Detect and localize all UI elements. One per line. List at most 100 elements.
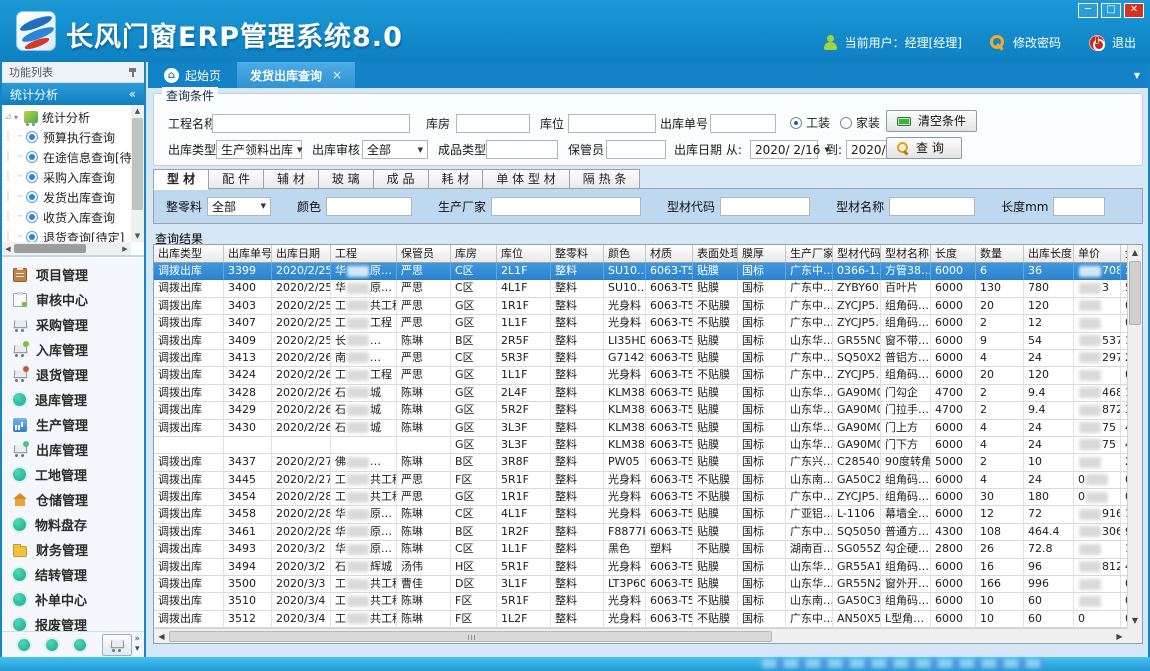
material-tab-辅材[interactable]: 辅 材	[264, 169, 319, 189]
table-row[interactable]: 调拨出库35102020/3/4工共工程陈琳F区5R1F整料光身料6063-T5…	[154, 593, 1127, 610]
date-from-picker[interactable]: 2020/ 2/16 ▼	[750, 140, 818, 159]
filter-input-长度mm[interactable]	[1053, 197, 1105, 216]
table-row[interactable]: 调拨出库34002020/2/25华原…严思C区4L1F整料SU10…6063-…	[154, 280, 1127, 297]
scroll-thumb[interactable]	[169, 631, 772, 642]
material-tab-配件[interactable]: 配 件	[209, 169, 264, 189]
module-dot-icon[interactable]	[46, 639, 58, 651]
table-row[interactable]: 调拨出库34372020/2/27佛…陈琳B区3R8F整料PW056063-T5…	[154, 454, 1127, 471]
expander-icon[interactable]: ▾	[14, 113, 24, 122]
column-header-单价[interactable]: 单价	[1074, 245, 1121, 262]
scroll-left-icon[interactable]: ◀	[154, 632, 169, 641]
scroll-right-icon[interactable]: ▶	[119, 245, 131, 253]
column-header-出库类型[interactable]: 出库类型	[154, 245, 224, 262]
sidebar-section-header[interactable]: 统计分析 «	[2, 83, 144, 105]
column-header-型材代码[interactable]: 型材代码	[833, 245, 881, 262]
sidebar-item-退库管理[interactable]: 退库管理	[2, 387, 144, 412]
keeper-input[interactable]	[606, 140, 666, 159]
material-tab-型材[interactable]: 型 材	[153, 169, 209, 190]
filter-select-整零料[interactable]: 全部▼	[207, 197, 271, 216]
scroll-down-icon[interactable]: ▼	[131, 230, 144, 242]
logout-link[interactable]: 退出	[1112, 34, 1136, 51]
table-row[interactable]: 调拨出库35002020/3/3工共工程曹佳D区3L1F整料LT3P606063…	[154, 576, 1127, 593]
table-row[interactable]: 调拨出库34032020/2/25工共工程严思G区1R1F整料光身料6063-T…	[154, 298, 1127, 315]
material-tab-耗材[interactable]: 耗 材	[429, 169, 484, 189]
out-type-select[interactable]: 生产领料出库 ▼	[216, 140, 302, 159]
scroll-down-icon[interactable]: ▼	[1128, 613, 1142, 628]
tree-item-发货出库查询[interactable]: ┊┈发货出库查询	[2, 187, 131, 207]
scroll-thumb[interactable]	[1129, 261, 1141, 325]
sidebar-item-补单中心[interactable]: 补单中心	[2, 587, 144, 612]
sidebar-item-入库管理[interactable]: 入库管理	[2, 337, 144, 362]
radio-work-clothing[interactable]: 工装	[790, 114, 830, 132]
table-row[interactable]: 调拨出库34132020/2/26南…严思C区5R3F整料G714226063-…	[154, 350, 1127, 367]
table-row[interactable]: 调拨出库34072020/2/25工工程严思G区1L1F整料光身料6063-T5…	[154, 315, 1127, 332]
table-row[interactable]: 调拨出库34942020/3/2石辉城汤伟H区5R1F整料光身料6063-T5贴…	[154, 559, 1127, 576]
column-header-数量[interactable]: 数量	[976, 245, 1024, 262]
table-row[interactable]: 调拨出库34582020/2/28华原…陈琳C区4L1F整料光身料6063-T5…	[154, 506, 1127, 523]
material-tab-成品[interactable]: 成 品	[374, 169, 429, 189]
sidebar-item-物料盘存[interactable]: 物料盘存	[2, 512, 144, 537]
table-row[interactable]: 调拨出库34302020/2/26石城陈琳G区3L3F整料KLM38176063…	[154, 420, 1127, 437]
scroll-up-icon[interactable]: ▲	[131, 105, 144, 117]
module-cart-button[interactable]	[102, 634, 132, 656]
scroll-thumb[interactable]	[14, 244, 86, 253]
table-row[interactable]: 调拨出库34542020/2/28工共工程严思G区1R1F整料光身料6063-T…	[154, 489, 1127, 506]
scroll-up-icon[interactable]: ▲	[1128, 245, 1142, 260]
tree-item-退货查询待定[interactable]: ┊┈退货查询[待定]	[2, 227, 131, 242]
scroll-right-icon[interactable]: ▶	[1112, 632, 1127, 641]
table-row[interactable]: 调拨出库35122020/3/4工共工程陈琳F区1L2F整料光身料6063-T5…	[154, 611, 1127, 628]
sidebar-item-项目管理[interactable]: 项目管理	[2, 262, 144, 287]
column-header-保管员[interactable]: 保管员	[397, 245, 451, 262]
sidebar-item-审核中心[interactable]: 审核中心	[2, 287, 144, 312]
order-no-input[interactable]	[710, 114, 776, 133]
overflow-chevron-icon[interactable]: »▾	[134, 634, 140, 654]
column-header-生产厂家[interactable]: 生产厂家	[786, 245, 833, 262]
material-tab-隔热条[interactable]: 隔 热 条	[570, 169, 641, 189]
warehouse-input[interactable]	[456, 114, 530, 133]
scroll-left-icon[interactable]: ◀	[2, 245, 14, 253]
sidebar-item-报废管理[interactable]: 报废管理	[2, 612, 144, 631]
column-header-出库单号[interactable]: 出库单号	[224, 245, 272, 262]
location-input[interactable]	[568, 114, 656, 133]
sidebar-item-仓储管理[interactable]: 仓储管理	[2, 487, 144, 512]
close-button[interactable]: ✕	[1124, 3, 1144, 18]
sidebar-item-工地管理[interactable]: 工地管理	[2, 462, 144, 487]
audit-select[interactable]: 全部 ▼	[362, 140, 428, 159]
change-password-link[interactable]: 修改密码	[1013, 34, 1061, 51]
clear-conditions-button[interactable]: 清空条件	[886, 110, 977, 132]
project-name-input[interactable]	[212, 114, 410, 133]
column-header-表面处理[interactable]: 表面处理	[693, 245, 738, 262]
radio-home-clothing[interactable]: 家装	[840, 114, 880, 132]
table-row[interactable]: 调拨出库34282020/2/26石城陈琳G区2L4F整料KLM38176063…	[154, 385, 1127, 402]
tab-list-caret-icon[interactable]: ▼	[1134, 71, 1140, 80]
column-header-出库日期[interactable]: 出库日期	[272, 245, 331, 262]
column-header-膜厚[interactable]: 膜厚	[738, 245, 786, 262]
sidebar-item-财务管理[interactable]: 财务管理	[2, 537, 144, 562]
filter-input-型材代码[interactable]	[720, 197, 810, 216]
table-row[interactable]: 调拨出库34452020/2/27工共工程严思F区5R1F整料光身料6063-T…	[154, 472, 1127, 489]
material-tab-玻璃[interactable]: 玻 璃	[319, 169, 374, 189]
tree-item-在途信息查询待[interactable]: ┊┈在途信息查询[待	[2, 147, 131, 167]
column-header-材质[interactable]: 材质	[646, 245, 693, 262]
sidebar-item-结转管理[interactable]: 结转管理	[2, 562, 144, 587]
column-header-长度[interactable]: 长度	[931, 245, 976, 262]
column-header-型材名称[interactable]: 型材名称	[881, 245, 931, 262]
table-row[interactable]: G区3L3F整料KLM38176063-T5贴膜国标山东华…GA90M09…门下…	[154, 437, 1127, 454]
sidebar-item-退货管理[interactable]: 退货管理	[2, 362, 144, 387]
column-header-库房[interactable]: 库房	[451, 245, 497, 262]
column-header-颜色[interactable]: 颜色	[604, 245, 646, 262]
collapse-icon[interactable]: «	[129, 87, 136, 101]
tab-close-icon[interactable]: ×	[332, 68, 342, 82]
table-row[interactable]: 调拨出库34932020/3/2华原…陈琳C区1L1F整料黑色塑料不贴膜国标湖南…	[154, 541, 1127, 558]
pin-icon[interactable]	[128, 67, 137, 77]
grid-vertical-scrollbar[interactable]: ▲ ▼	[1127, 245, 1142, 628]
tree-item-收货入库查询[interactable]: ┊┈收货入库查询	[2, 207, 131, 227]
tab-home[interactable]: ⌂ 起始页	[148, 62, 237, 88]
table-row[interactable]: 调拨出库34242020/2/26工工程严思G区1L1F整料光身料6063-T5…	[154, 367, 1127, 384]
filter-input-型材名称[interactable]	[889, 197, 975, 216]
tree-vertical-scrollbar[interactable]: ▲ ▼	[131, 105, 144, 242]
sidebar-item-出库管理[interactable]: 出库管理	[2, 437, 144, 462]
filter-input-颜色[interactable]	[326, 197, 412, 216]
table-row[interactable]: 调拨出库33992020/2/25华原…严思C区2L1F整料SU10…6063-…	[154, 263, 1127, 280]
minimize-button[interactable]: ─	[1078, 3, 1098, 18]
